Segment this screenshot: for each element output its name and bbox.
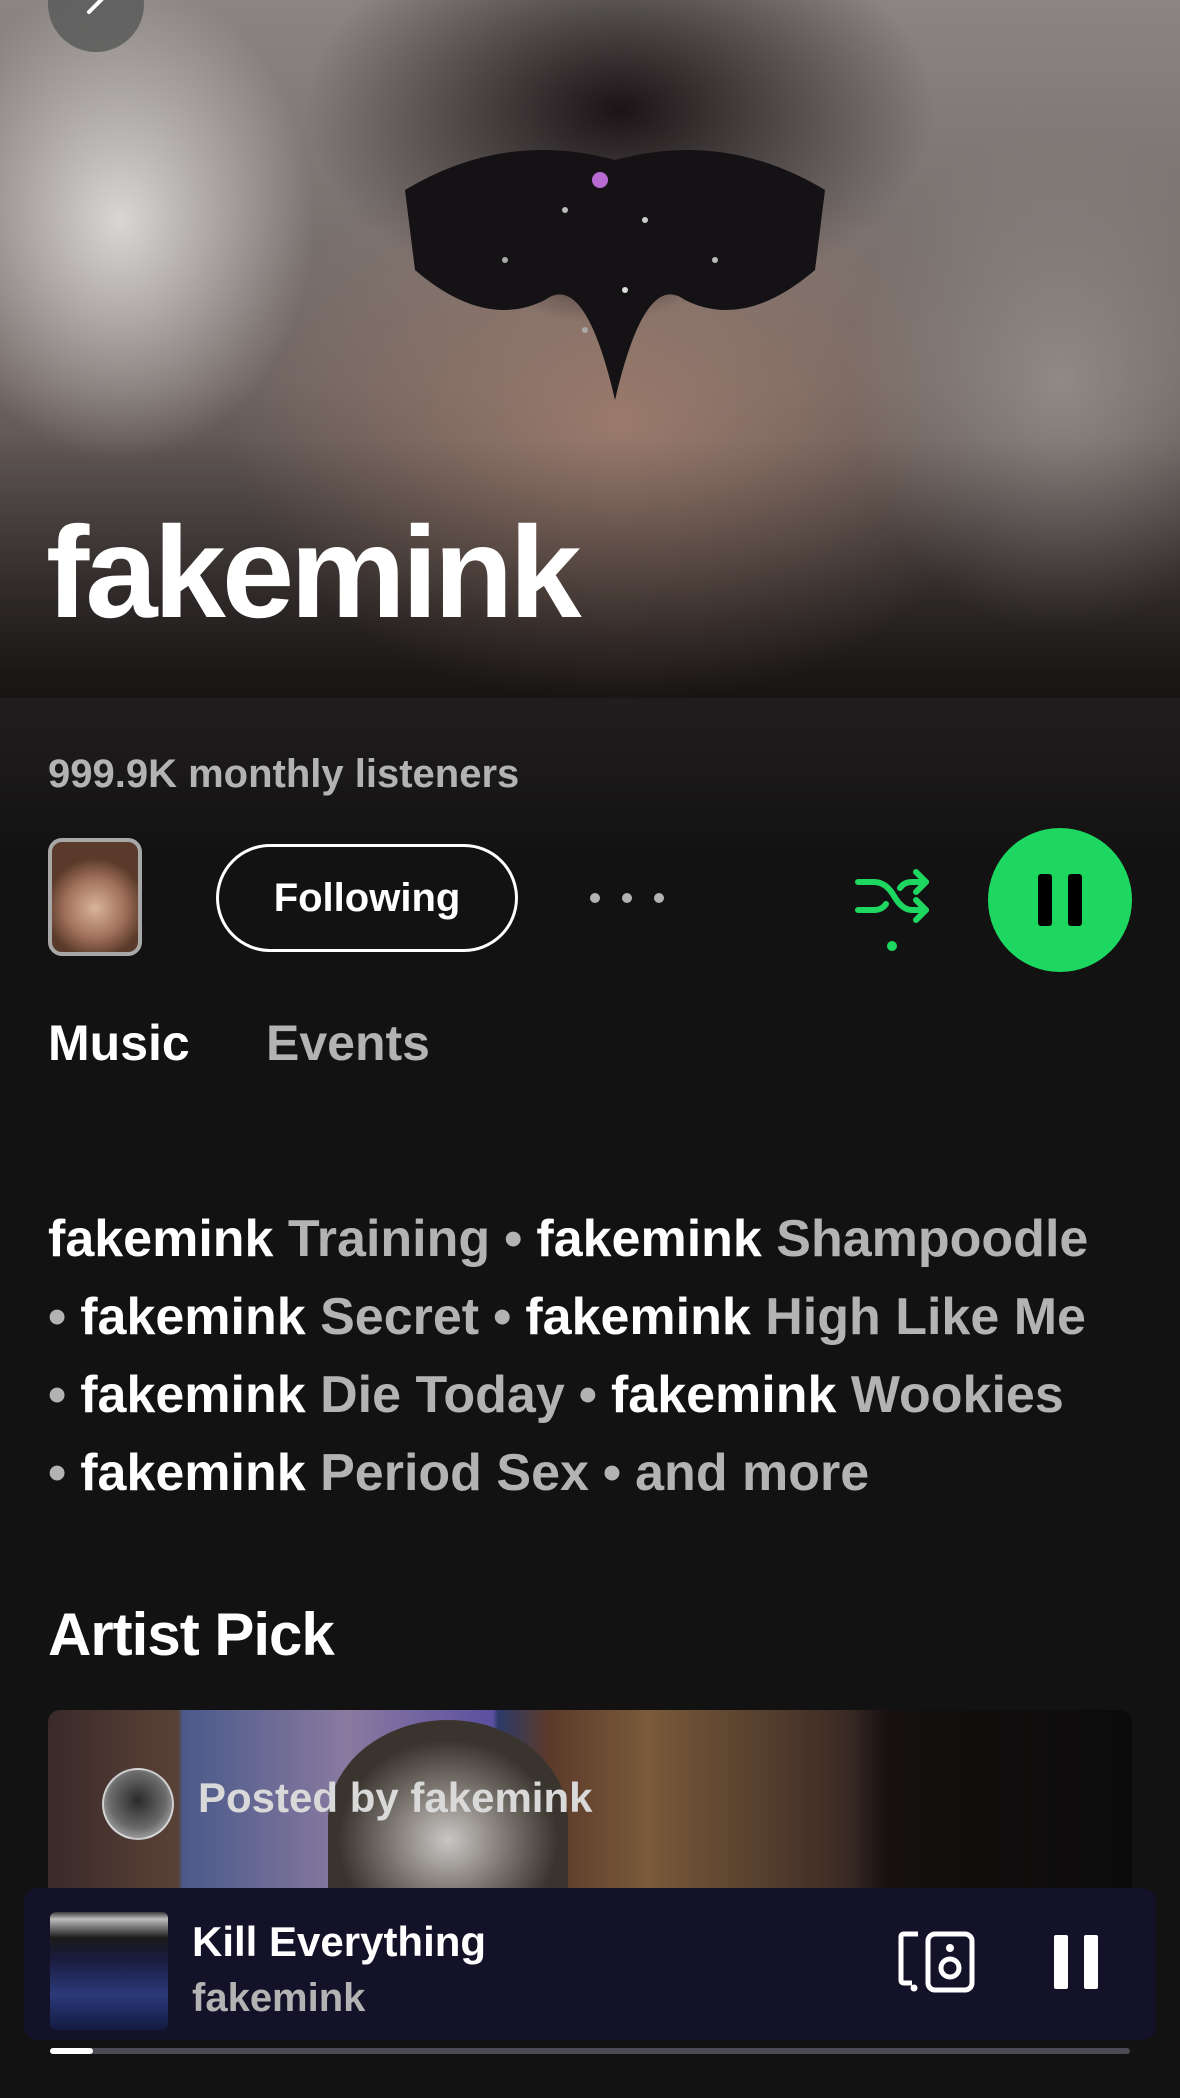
featured-track-title: Wookies: [850, 1366, 1064, 1424]
featured-track-artist: fakemink: [80, 1366, 306, 1424]
now-playing-cover: [50, 1912, 168, 2030]
pause-bar: [1038, 874, 1052, 926]
back-button[interactable]: [48, 0, 144, 52]
separator: •: [48, 1288, 67, 1346]
connect-device-icon: [898, 1931, 975, 1993]
featured-track-title: Training: [287, 1210, 491, 1268]
separator: •: [48, 1444, 67, 1502]
artist-pick-title: Artist Pick: [48, 1601, 335, 1668]
tab-events[interactable]: Events: [266, 1014, 430, 1072]
artist-pick-card[interactable]: Posted by fakemink: [48, 1710, 1132, 1910]
more-dot: [654, 893, 664, 903]
more-dot: [590, 893, 600, 903]
separator: •: [602, 1444, 622, 1502]
featured-track-artist: fakemink: [48, 1210, 274, 1268]
featured-track-artist: fakemink: [536, 1210, 762, 1268]
separator: •: [504, 1210, 523, 1268]
playback-progress[interactable]: [50, 2048, 1130, 2054]
featured-track[interactable]: fakemink Wookies: [611, 1366, 1064, 1424]
now-playing-artist: fakemink: [192, 1976, 366, 2020]
featured-tracks: fakemink Training • fakemink Shampoodle • f…: [48, 1200, 1148, 1512]
featured-track[interactable]: fakemink High Like Me: [525, 1288, 1086, 1346]
featured-track-artist: fakemink: [80, 1444, 306, 1502]
more-dot: [622, 893, 632, 903]
separator: •: [48, 1366, 67, 1424]
featured-track-artist: fakemink: [610, 1366, 837, 1424]
connect-device-button[interactable]: [898, 1930, 976, 1994]
featured-track[interactable]: fakemink Die Today: [80, 1366, 565, 1424]
featured-track-title: Die Today: [320, 1366, 565, 1424]
separator: •: [578, 1366, 597, 1424]
avatar: [102, 1768, 174, 1840]
posted-by-label: Posted by fakemink: [198, 1774, 593, 1821]
pause-bar: [1068, 874, 1082, 926]
more-options-button[interactable]: [590, 870, 664, 926]
pause-bar: [1084, 1935, 1098, 1989]
featured-track-title: High Like Me: [765, 1288, 1086, 1346]
featured-track-title: Period Sex: [320, 1444, 589, 1502]
following-button[interactable]: Following: [216, 844, 518, 952]
pause-button[interactable]: [988, 828, 1132, 972]
playback-progress-fill: [50, 2048, 94, 2054]
tab-music[interactable]: Music: [48, 1014, 190, 1072]
featured-track-artist: fakemink: [525, 1288, 751, 1346]
monthly-listeners: 999.9K monthly listeners: [48, 752, 520, 796]
now-playing-title: Kill Everything: [192, 1918, 487, 1965]
featured-track-title: Secret: [320, 1288, 480, 1346]
separator: •: [493, 1288, 512, 1346]
featured-track[interactable]: fakemink Training: [48, 1210, 490, 1268]
artist-hero-image: fakemink: [0, 0, 1180, 698]
featured-track[interactable]: fakemink Secret: [80, 1288, 479, 1346]
chevron-left-icon: [87, 0, 104, 14]
artist-name: fakemink: [46, 499, 582, 645]
pause-bar: [1054, 1935, 1068, 1989]
artist-thumbnail-button[interactable]: [48, 838, 142, 956]
mask-graphic: [405, 150, 825, 400]
shuffle-icon: [855, 869, 929, 951]
and-more-link[interactable]: and more: [635, 1444, 869, 1502]
featured-track-title: Shampoodle: [776, 1210, 1089, 1268]
featured-track[interactable]: fakemink Shampoodle: [536, 1210, 1088, 1268]
now-playing-bar[interactable]: Kill Everything fakemink: [24, 1888, 1156, 2040]
featured-track-artist: fakemink: [80, 1288, 306, 1346]
mini-pause-button[interactable]: [1046, 1932, 1106, 1992]
featured-track[interactable]: fakemink Period Sex: [80, 1444, 589, 1502]
shuffle-button[interactable]: [852, 862, 934, 962]
